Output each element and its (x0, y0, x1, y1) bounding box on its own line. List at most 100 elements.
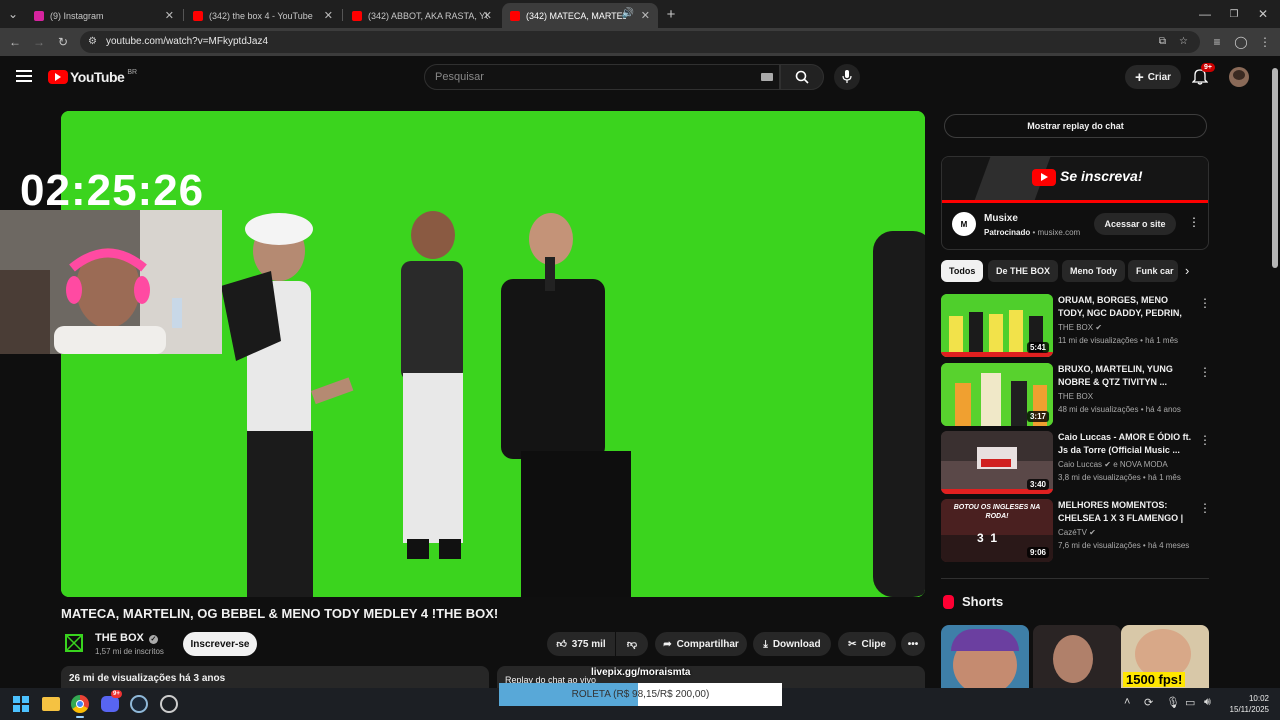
discord-icon[interactable]: 9+ (101, 690, 122, 712)
channel-name[interactable]: THE BOX (1058, 392, 1093, 401)
hamburger-menu-icon[interactable] (16, 68, 32, 84)
ad-menu-kebab-icon[interactable]: ⋮ (1188, 215, 1200, 229)
tab-youtube-the-box-4[interactable]: (342) the box 4 - YouTube ✕ (185, 3, 341, 28)
windows-start-icon[interactable] (13, 696, 29, 712)
bookmark-star-icon[interactable]: ☆ (1179, 31, 1188, 53)
advertiser-name: Musixe (984, 213, 1018, 224)
avatar[interactable] (1229, 67, 1249, 87)
video-thumbnail[interactable]: 3:17 (941, 363, 1053, 426)
tab-youtube-abbot[interactable]: (342) ABBOT, AKA RASTA, YUN ✕ (344, 3, 500, 28)
notifications-button[interactable]: 9+ (1191, 63, 1215, 86)
microphone-tray-icon[interactable]: 🎙︎ (1166, 696, 1180, 709)
minimize-icon[interactable]: — (1196, 5, 1214, 23)
reading-list-icon[interactable]: ≡ (1208, 33, 1226, 51)
short-thumbnail[interactable]: 1500 fps! (1121, 625, 1209, 688)
video-title[interactable]: BRUXO, MARTELIN, YUNG NOBRE & QTZ TIVITY… (1058, 363, 1193, 389)
close-icon[interactable]: ✕ (641, 9, 650, 22)
channel-name[interactable]: Caio Luccas (1058, 460, 1102, 469)
channel-row[interactable]: Caio Luccas ✔ e NOVA MODA (1058, 460, 1168, 469)
voice-search-button[interactable] (834, 64, 860, 90)
scrollbar-thumb[interactable] (1272, 68, 1278, 268)
active-app-indicator (76, 716, 84, 718)
channel-avatar[interactable] (62, 631, 86, 655)
profile-icon[interactable]: ◯ (1232, 33, 1250, 51)
region-code: BR (127, 68, 138, 76)
volume-icon[interactable]: 🔊︎ (1204, 696, 1211, 709)
advertiser-logo[interactable]: M (952, 212, 976, 236)
search-button[interactable] (780, 64, 824, 90)
list-item[interactable]: BOTOU OS INGLESES NA RODA! 3 1 9:06 MELH… (941, 499, 1211, 563)
download-button[interactable]: ⤓ Download (753, 632, 831, 656)
clip-button[interactable]: ✂ Clipe (838, 632, 896, 656)
channel-collab[interactable]: e NOVA MODA (1113, 460, 1168, 469)
tab-youtube-mateca[interactable]: (342) MATECA, MARTELIN, 🔊 ✕ (502, 3, 658, 28)
restore-icon[interactable]: ❐ (1225, 5, 1243, 23)
channel-name[interactable]: THE BOX (1058, 323, 1093, 332)
chip-funk-car[interactable]: Funk car (1128, 260, 1178, 282)
file-explorer-icon[interactable] (42, 697, 60, 711)
show-chat-replay-button[interactable]: Mostrar replay do chat (944, 114, 1207, 138)
like-button[interactable]: 👍︎ 375 mil (547, 632, 615, 656)
back-arrow-icon[interactable]: ← (6, 33, 24, 51)
speaker-icon[interactable]: 🔊 (622, 8, 634, 19)
video-thumbnail[interactable]: 3:40 (941, 431, 1053, 494)
tab-search-chevron-icon[interactable]: ⌄ (4, 5, 22, 23)
chip-de-the-box[interactable]: De THE BOX (988, 260, 1059, 282)
sponsored-ad-card[interactable]: Se inscreva! M Musixe Patrocinado • musi… (941, 156, 1209, 250)
forward-arrow-icon[interactable]: → (30, 33, 48, 51)
short-thumbnail[interactable] (1033, 625, 1121, 688)
short-thumbnail[interactable] (941, 625, 1029, 688)
list-item[interactable]: 3:40 Caio Luccas - AMOR E ÓDIO ft. Js da… (941, 431, 1211, 495)
channel-name-row[interactable]: THE BOX ✓ (95, 632, 158, 644)
search-input[interactable]: Pesquisar (424, 64, 780, 90)
chip-todos[interactable]: Todos (941, 260, 984, 282)
menu-kebab-icon[interactable]: ⋮ (1199, 365, 1211, 379)
steam-icon[interactable] (130, 695, 148, 713)
channel-row[interactable]: THE BOX (1058, 392, 1093, 401)
obs-icon[interactable] (160, 695, 178, 713)
channel-name[interactable]: CazéTV (1058, 528, 1087, 537)
address-bar[interactable]: ⚙ youtube.com/watch?v=MFkyptdJaz4 ⧉ ☆ (80, 31, 1200, 53)
close-window-icon[interactable]: ✕ (1254, 5, 1272, 23)
subscribe-button[interactable]: Inscrever-se (183, 632, 257, 656)
install-app-icon[interactable]: ⧉ (1159, 31, 1166, 53)
chip-meno-tody[interactable]: Meno Tody (1062, 260, 1125, 282)
menu-kebab-icon[interactable]: ⋮ (1256, 33, 1274, 51)
video-title[interactable]: MELHORES MOMENTOS: CHELSEA 1 X 3 FLAMENG… (1058, 499, 1193, 526)
visit-site-button[interactable]: Acessar o site (1094, 213, 1176, 235)
keyboard-icon[interactable] (761, 73, 773, 81)
channel-row[interactable]: THE BOX ✔ (1058, 323, 1102, 332)
video-title[interactable]: Caio Luccas - AMOR E ÓDIO ft. Js da Torr… (1058, 431, 1193, 457)
youtube-icon (352, 10, 362, 21)
site-info-icon[interactable]: ⚙ (88, 31, 97, 53)
video-thumbnail[interactable]: BOTOU OS INGLESES NA RODA! 3 1 9:06 (941, 499, 1053, 562)
reload-icon[interactable]: ↻ (54, 33, 72, 51)
sync-icon[interactable]: ⟳ (1144, 696, 1153, 709)
menu-kebab-icon[interactable]: ⋮ (1199, 501, 1211, 515)
list-item[interactable]: 3:17 BRUXO, MARTELIN, YUNG NOBRE & QTZ T… (941, 363, 1211, 427)
channel-row[interactable]: CazéTV ✔ (1058, 528, 1096, 537)
video-thumbnail[interactable]: 5:41 (941, 294, 1053, 357)
list-item[interactable]: 5:41 ORUAM, BORGES, MENO TODY, NGC DADDY… (941, 294, 1211, 358)
video-title[interactable]: ORUAM, BORGES, MENO TODY, NGC DADDY, PED… (1058, 294, 1193, 321)
chrome-icon[interactable] (71, 695, 89, 713)
network-icon[interactable]: ▭ (1185, 696, 1195, 709)
clock[interactable]: 10:02 15/11/2025 (1227, 693, 1269, 715)
dislike-button[interactable]: 👎︎ (616, 632, 648, 656)
menu-kebab-icon[interactable]: ⋮ (1199, 433, 1211, 447)
close-icon[interactable]: ✕ (324, 9, 333, 22)
channel-name[interactable]: THE BOX (95, 632, 144, 644)
ad-banner[interactable]: Se inscreva! (942, 157, 1208, 203)
tab-instagram[interactable]: (9) Instagram ✕ (26, 3, 182, 28)
create-button[interactable]: + Criar (1125, 65, 1181, 89)
more-actions-button[interactable]: ••• (901, 632, 925, 656)
share-button[interactable]: ➦ Compartilhar (655, 632, 747, 656)
chevron-right-icon[interactable]: › (1185, 263, 1189, 278)
close-icon[interactable]: ✕ (483, 9, 492, 22)
close-icon[interactable]: ✕ (165, 9, 174, 22)
new-tab-plus-icon[interactable]: + (662, 5, 680, 23)
chevron-up-icon[interactable]: ˄ (1124, 696, 1130, 708)
youtube-logo[interactable]: YouTube BR (48, 69, 137, 85)
page-scrollbar[interactable] (1270, 56, 1280, 688)
menu-kebab-icon[interactable]: ⋮ (1199, 296, 1211, 310)
